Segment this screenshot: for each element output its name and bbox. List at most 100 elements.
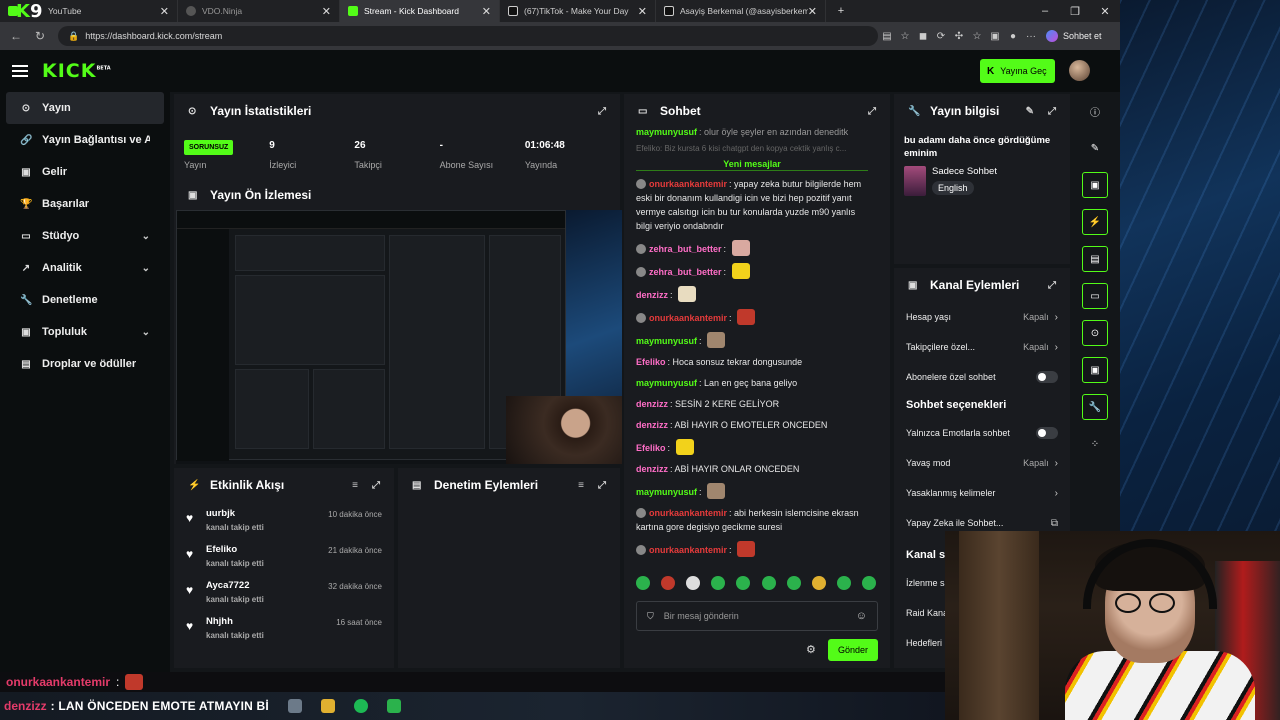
go-live-button[interactable]: K Yayına Geç [980, 59, 1055, 83]
copilot-chat-button[interactable]: Sohbet et [1046, 30, 1102, 42]
menu-icon[interactable] [12, 65, 28, 77]
emote-icon[interactable] [786, 576, 801, 590]
wrench-toggle-icon[interactable]: 🔧 [1082, 394, 1108, 420]
setting-row[interactable]: Takipçilere özel... Kapalı › [894, 332, 1070, 362]
lightning-toggle-icon[interactable]: ⚡ [1082, 209, 1108, 235]
back-icon[interactable]: ← [4, 29, 28, 43]
reader-icon[interactable]: ▤ [878, 31, 896, 42]
moderation-toggle-icon[interactable]: ▤ [1082, 246, 1108, 272]
chat-user[interactable]: maymunyusuf [636, 336, 697, 346]
chat-user[interactable]: maymunyusuf [636, 378, 697, 388]
close-icon[interactable]: ✕ [160, 5, 169, 18]
filter-icon[interactable]: ≡ [352, 480, 358, 491]
emote-icon[interactable] [736, 576, 751, 590]
expand-icon[interactable]: ⤢ [1048, 106, 1056, 117]
maximize-icon[interactable]: ❐ [1060, 5, 1090, 18]
minimize-icon[interactable]: – [1030, 5, 1060, 17]
sidebar-item-8[interactable]: ▤ Droplar ve ödüller [6, 348, 164, 380]
channel-toggle-icon[interactable]: ▣ [1082, 357, 1108, 383]
edit-icon[interactable]: ✎ [1026, 106, 1034, 117]
favorites-icon[interactable]: ☆ [968, 31, 986, 42]
refresh-icon[interactable]: ↻ [28, 29, 52, 43]
emote-icon[interactable] [661, 576, 676, 590]
tab-asayis[interactable]: Asayiş Berkemal (@asayisberkemal ✕ [656, 0, 826, 22]
star-icon[interactable]: ☆ [896, 31, 914, 42]
preview-toggle-icon[interactable]: ▣ [1082, 172, 1108, 198]
chat-user[interactable]: denzizz [636, 399, 668, 409]
expand-icon[interactable]: ⤢ [598, 480, 606, 491]
chat-user[interactable]: denzizz [636, 464, 668, 474]
gear-icon[interactable]: ⚙ [806, 643, 816, 656]
new-tab-icon[interactable]: + [826, 5, 856, 17]
expand-icon[interactable]: ⤢ [372, 480, 380, 491]
setting-row[interactable]: Yasaklanmış kelimeler › [894, 478, 1070, 508]
info-icon[interactable]: ⓘ [1082, 98, 1108, 124]
send-button[interactable]: Gönder [828, 639, 878, 661]
edit-icon[interactable]: ✎ [1082, 135, 1108, 161]
emote-icon[interactable] [761, 576, 776, 590]
chat-input[interactable]: ⛉ Bir mesaj gönderin ☺ [636, 601, 878, 631]
sidebar-item-4[interactable]: ▭ Stüdyo ⌄ [6, 220, 164, 252]
sidebar-item-3[interactable]: 🏆 Başarılar [6, 188, 164, 220]
close-icon[interactable]: ✕ [482, 5, 491, 18]
expand-icon[interactable]: ⤢ [598, 106, 606, 117]
stream-preview-video[interactable] [176, 210, 622, 464]
sidebar-item-2[interactable]: ▣ Gelir [6, 156, 164, 188]
close-icon[interactable]: ✕ [322, 5, 331, 18]
tab-kick-dashboard[interactable]: Stream - Kick Dashboard ✕ [340, 0, 500, 22]
emote-icon[interactable] [711, 576, 726, 590]
spotify-icon[interactable] [353, 699, 368, 713]
tab-tiktok[interactable]: (67)TikTok - Make Your Day ✕ [500, 0, 656, 22]
avatar[interactable] [1069, 60, 1090, 81]
kick-logo[interactable]: KICKBETA [42, 60, 111, 82]
setting-row[interactable]: Yalnızca Emotlarla sohbet [894, 418, 1070, 448]
chevron-down-icon[interactable]: ⌄ [142, 231, 150, 242]
chat-toggle-icon[interactable]: ▭ [1082, 283, 1108, 309]
toggle-switch[interactable] [1036, 371, 1058, 383]
chat-user[interactable]: denzizz [636, 420, 668, 430]
chat-user[interactable]: onurkaankantemir [649, 508, 727, 518]
profile-icon[interactable]: ● [1004, 31, 1022, 42]
sidebar-item-7[interactable]: ▣ Topluluk ⌄ [6, 316, 164, 348]
app-icon[interactable] [287, 699, 302, 713]
chat-user[interactable]: Efeliko [636, 443, 666, 453]
setting-row[interactable]: Abonelere özel sohbet [894, 362, 1070, 392]
chat-user[interactable]: zehra_but_better [649, 267, 722, 277]
expand-icon[interactable]: ⤢ [868, 106, 876, 117]
emote-icon[interactable] [811, 576, 826, 590]
refresh-ext-icon[interactable]: ⟳ [932, 31, 950, 42]
target-toggle-icon[interactable]: ⊙ [1082, 320, 1108, 346]
extension-icon[interactable]: ◼ [914, 31, 932, 42]
window-close-icon[interactable]: ✕ [1090, 5, 1120, 18]
emote-icon[interactable] [636, 576, 650, 590]
close-icon[interactable]: ✕ [638, 5, 647, 18]
sidebar-item-0[interactable]: ⊙ Yayın [6, 92, 164, 124]
chat-user[interactable]: onurkaankantemir [649, 313, 727, 323]
tab-vdo-ninja[interactable]: VDO.Ninja ✕ [178, 0, 340, 22]
more-icon[interactable]: ··· [1022, 31, 1040, 42]
chat-user[interactable]: zehra_but_better [649, 244, 722, 254]
filter-icon[interactable]: ≡ [578, 480, 584, 491]
toggle-switch[interactable] [1036, 427, 1058, 439]
sidebar-item-6[interactable]: 🔧 Denetleme [6, 284, 164, 316]
close-icon[interactable]: ✕ [808, 5, 817, 18]
chat-user[interactable]: onurkaankantemir [649, 545, 727, 555]
sidebar-item-5[interactable]: ↗ Analitik ⌄ [6, 252, 164, 284]
chevron-down-icon[interactable]: ⌄ [142, 263, 150, 274]
expand-icon[interactable]: ⤢ [1048, 280, 1056, 291]
chat-user[interactable]: onurkaankantemir [649, 179, 727, 189]
setting-row[interactable]: Yavaş mod Kapalı › [894, 448, 1070, 478]
collections-icon[interactable]: ▣ [986, 31, 1004, 42]
setting-row[interactable]: Hesap yaşı Kapalı › [894, 302, 1070, 332]
chevron-down-icon[interactable]: ⌄ [142, 327, 150, 338]
chat-user[interactable]: Efeliko [636, 357, 666, 367]
emote-icon[interactable] [861, 576, 876, 590]
emoji-icon[interactable]: ☺ [856, 610, 867, 622]
chat-user[interactable]: maymunyusuf [636, 487, 697, 497]
emote-icon[interactable] [836, 576, 851, 590]
puzzle-icon[interactable]: ✣ [950, 31, 968, 42]
app-green-icon[interactable] [386, 699, 401, 713]
layout-icon[interactable]: ⁘ [1082, 431, 1108, 457]
folder-icon[interactable] [320, 699, 335, 713]
chat-user[interactable]: denzizz [636, 290, 668, 300]
